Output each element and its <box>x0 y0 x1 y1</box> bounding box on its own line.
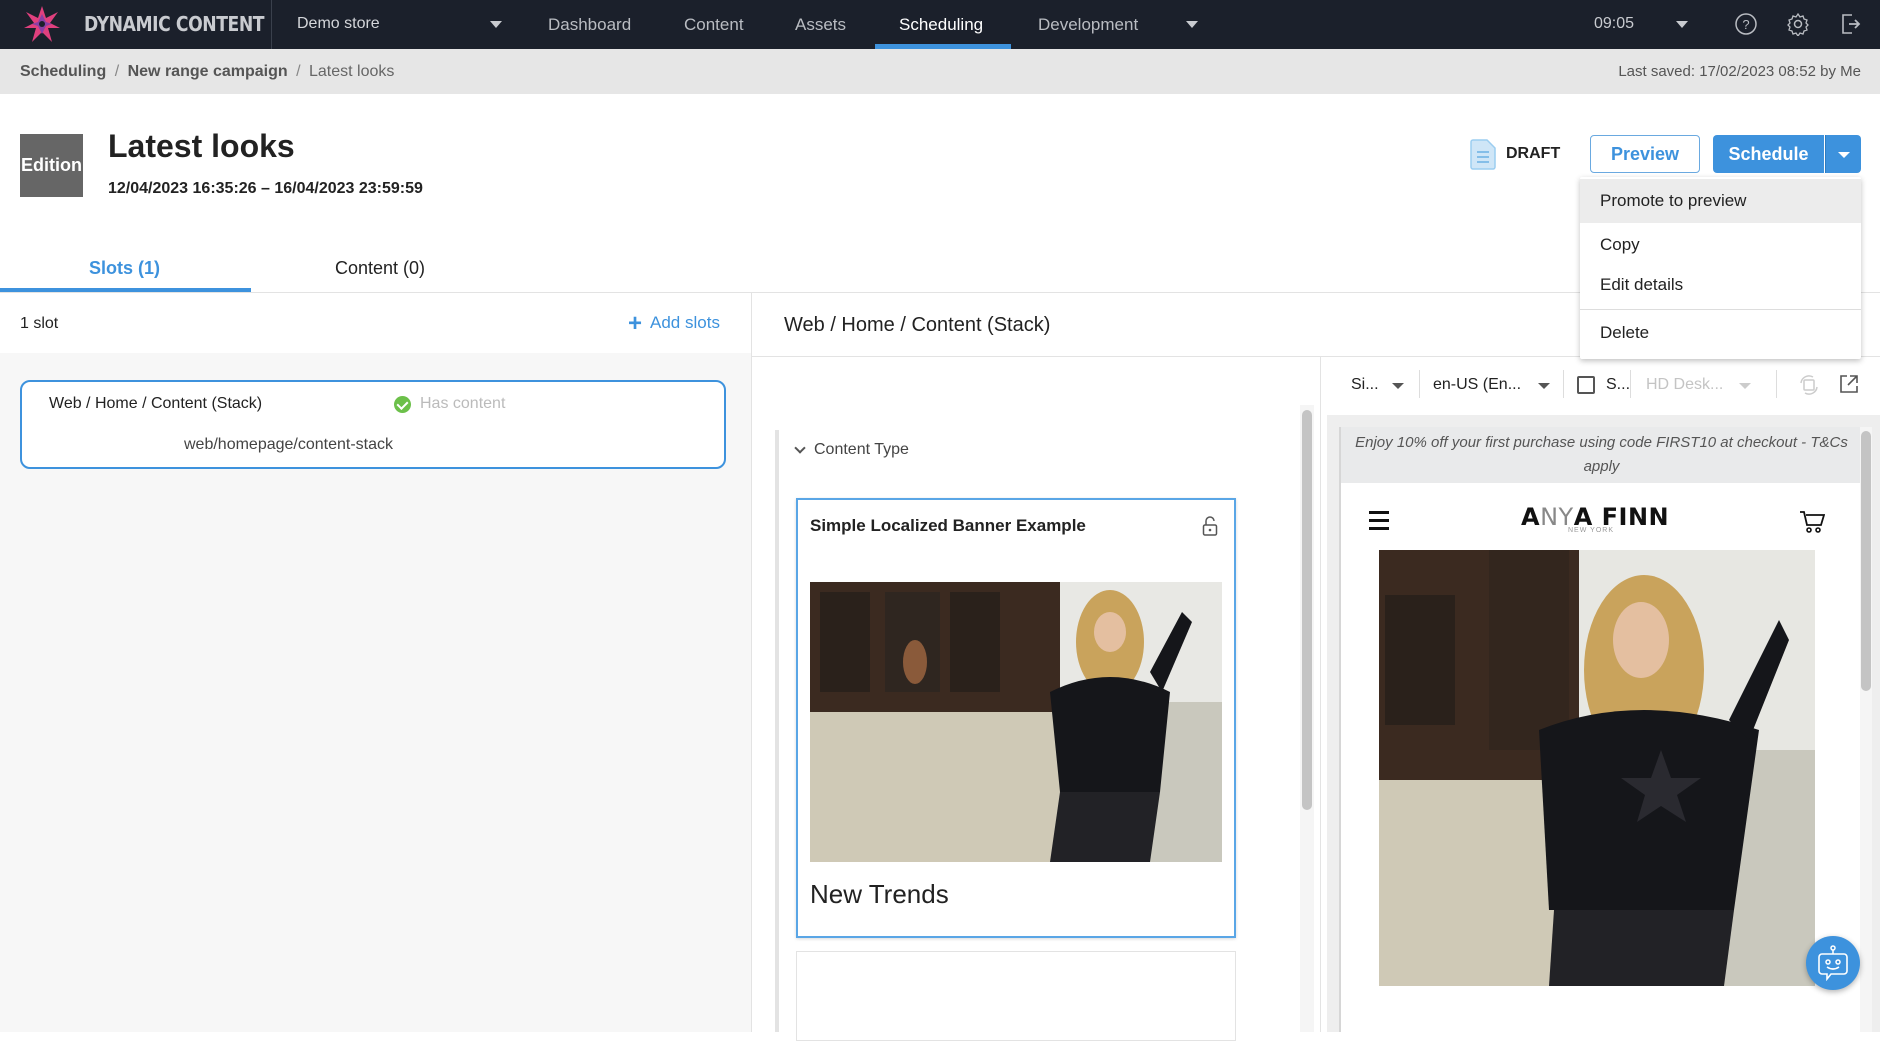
preview-scrollbar[interactable] <box>1861 431 1871 691</box>
schedule-button[interactable]: Schedule <box>1713 135 1824 173</box>
nav-content[interactable]: Content <box>684 15 744 35</box>
nav-scheduling[interactable]: Scheduling <box>899 15 983 35</box>
tab-content[interactable]: Content (0) <box>335 258 425 279</box>
dynamic-content-logo-icon <box>24 6 60 42</box>
editor-scrollbar[interactable] <box>1302 410 1312 810</box>
preview-divider <box>1320 357 1321 1032</box>
cart-icon <box>1800 511 1825 533</box>
schedule-menu-toggle[interactable] <box>1825 135 1861 173</box>
banner-caption: New Trends <box>810 879 949 909</box>
store-logo-subtitle: NEW YORK <box>1568 527 1614 534</box>
preview-frame: Enjoy 10% off your first purchase using … <box>1339 427 1860 1032</box>
plus-icon: + <box>628 309 643 337</box>
content-item-card-empty[interactable] <box>796 951 1236 1041</box>
content-item-title: Simple Localized Banner Example <box>810 516 1086 535</box>
content-type-bar <box>775 430 779 1032</box>
visualization-select[interactable]: Si... <box>1351 376 1379 394</box>
breadcrumb-separator: / <box>114 63 120 80</box>
hero-image <box>1379 550 1815 986</box>
breadcrumb: Scheduling / New range campaign / Latest… <box>20 63 394 81</box>
development-caret-icon[interactable] <box>1186 21 1198 28</box>
chevron-down-icon <box>794 442 806 454</box>
promo-banner: Enjoy 10% off your first purchase using … <box>1341 427 1860 483</box>
top-nav: DYNAMIC CONTENT Demo store Dashboard Con… <box>0 0 1880 49</box>
banner-image <box>810 582 1222 862</box>
breadcrumb-edition: Latest looks <box>309 63 395 80</box>
edition-date-range: 12/04/2023 16:35:26 – 16/04/2023 23:59:5… <box>108 180 423 197</box>
slot-editor-title: Web / Home / Content (Stack) <box>784 314 1051 336</box>
add-slots-button[interactable]: + Add slots <box>628 309 720 337</box>
menu-item-delete[interactable]: Delete <box>1580 311 1861 355</box>
open-external-icon[interactable] <box>1838 373 1860 395</box>
schedule-dropdown-menu: Promote to preview Copy Edit details Del… <box>1580 177 1861 359</box>
content-type-label: Content Type <box>814 441 909 458</box>
brand-name: DYNAMIC CONTENT <box>84 12 265 36</box>
slot-name: Web / Home / Content (Stack) <box>49 395 263 412</box>
device-caret-icon[interactable] <box>1739 383 1751 389</box>
breadcrumb-bar: Scheduling / New range campaign / Latest… <box>0 49 1880 94</box>
preview-button[interactable]: Preview <box>1590 135 1700 173</box>
nav-assets[interactable]: Assets <box>795 15 846 35</box>
menu-divider <box>1580 309 1861 310</box>
breadcrumb-separator: / <box>296 63 301 80</box>
edition-badge: Edition <box>20 134 83 197</box>
time-display[interactable]: 09:05 <box>1594 15 1634 33</box>
hamburger-menu-icon <box>1369 511 1389 535</box>
help-icon[interactable]: ? <box>1734 12 1758 36</box>
logo-part: A <box>1521 503 1541 531</box>
toolbar-divider <box>1419 370 1420 398</box>
breadcrumb-campaign[interactable]: New range campaign <box>128 63 288 80</box>
nav-dashboard[interactable]: Dashboard <box>548 15 631 35</box>
toolbar-divider <box>1563 370 1564 398</box>
content-item-card[interactable]: Simple Localized Banner Example New Tren… <box>796 498 1236 938</box>
menu-item-copy[interactable]: Copy <box>1580 223 1861 267</box>
menu-item-edit-details[interactable]: Edit details <box>1580 263 1861 307</box>
slot-count: 1 slot <box>20 315 59 332</box>
device-select[interactable]: HD Desk... <box>1646 376 1723 394</box>
status-badge: DRAFT <box>1506 145 1561 162</box>
toolbar-divider <box>1776 370 1777 398</box>
preview-checkbox-label: S... <box>1606 376 1631 393</box>
visualization-caret-icon[interactable] <box>1392 383 1404 389</box>
locale-select[interactable]: en-US (En... <box>1433 376 1521 394</box>
time-caret-icon[interactable] <box>1676 21 1688 28</box>
nav-divider <box>271 0 272 49</box>
breadcrumb-scheduling[interactable]: Scheduling <box>20 63 106 80</box>
unlock-icon[interactable] <box>1202 516 1218 536</box>
toolbar-divider <box>1630 370 1631 398</box>
tab-slots[interactable]: Slots (1) <box>89 258 160 279</box>
last-saved-status: Last saved: 17/02/2023 08:52 by Me <box>1618 63 1861 80</box>
rotate-device-icon[interactable] <box>1797 373 1821 397</box>
check-circle-icon <box>394 395 411 413</box>
slot-delivery-key: web/homepage/content-stack <box>184 436 394 453</box>
svg-text:?: ? <box>1742 17 1749 32</box>
page-title: Latest looks <box>108 128 295 164</box>
preview-checkbox[interactable] <box>1577 376 1595 394</box>
slot-status-label: Has content <box>420 395 506 412</box>
robot-icon <box>1818 945 1848 981</box>
nav-development[interactable]: Development <box>1038 15 1138 35</box>
settings-icon[interactable] <box>1786 12 1810 36</box>
menu-item-promote-to-preview[interactable]: Promote to preview <box>1580 179 1861 223</box>
logout-icon[interactable] <box>1838 12 1862 36</box>
store-selector[interactable]: Demo store <box>297 15 380 33</box>
add-slots-label: Add slots <box>650 313 720 332</box>
locale-caret-icon[interactable] <box>1538 383 1550 389</box>
content-type-toggle[interactable]: Content Type <box>794 441 909 459</box>
slot-card[interactable]: Web / Home / Content (Stack) Has content… <box>20 380 726 469</box>
panel-divider <box>751 293 752 1032</box>
slot-status: Has content <box>394 395 505 413</box>
store-caret-icon[interactable] <box>490 21 502 28</box>
document-icon <box>1470 139 1496 170</box>
chatbot-button[interactable] <box>1806 936 1860 990</box>
